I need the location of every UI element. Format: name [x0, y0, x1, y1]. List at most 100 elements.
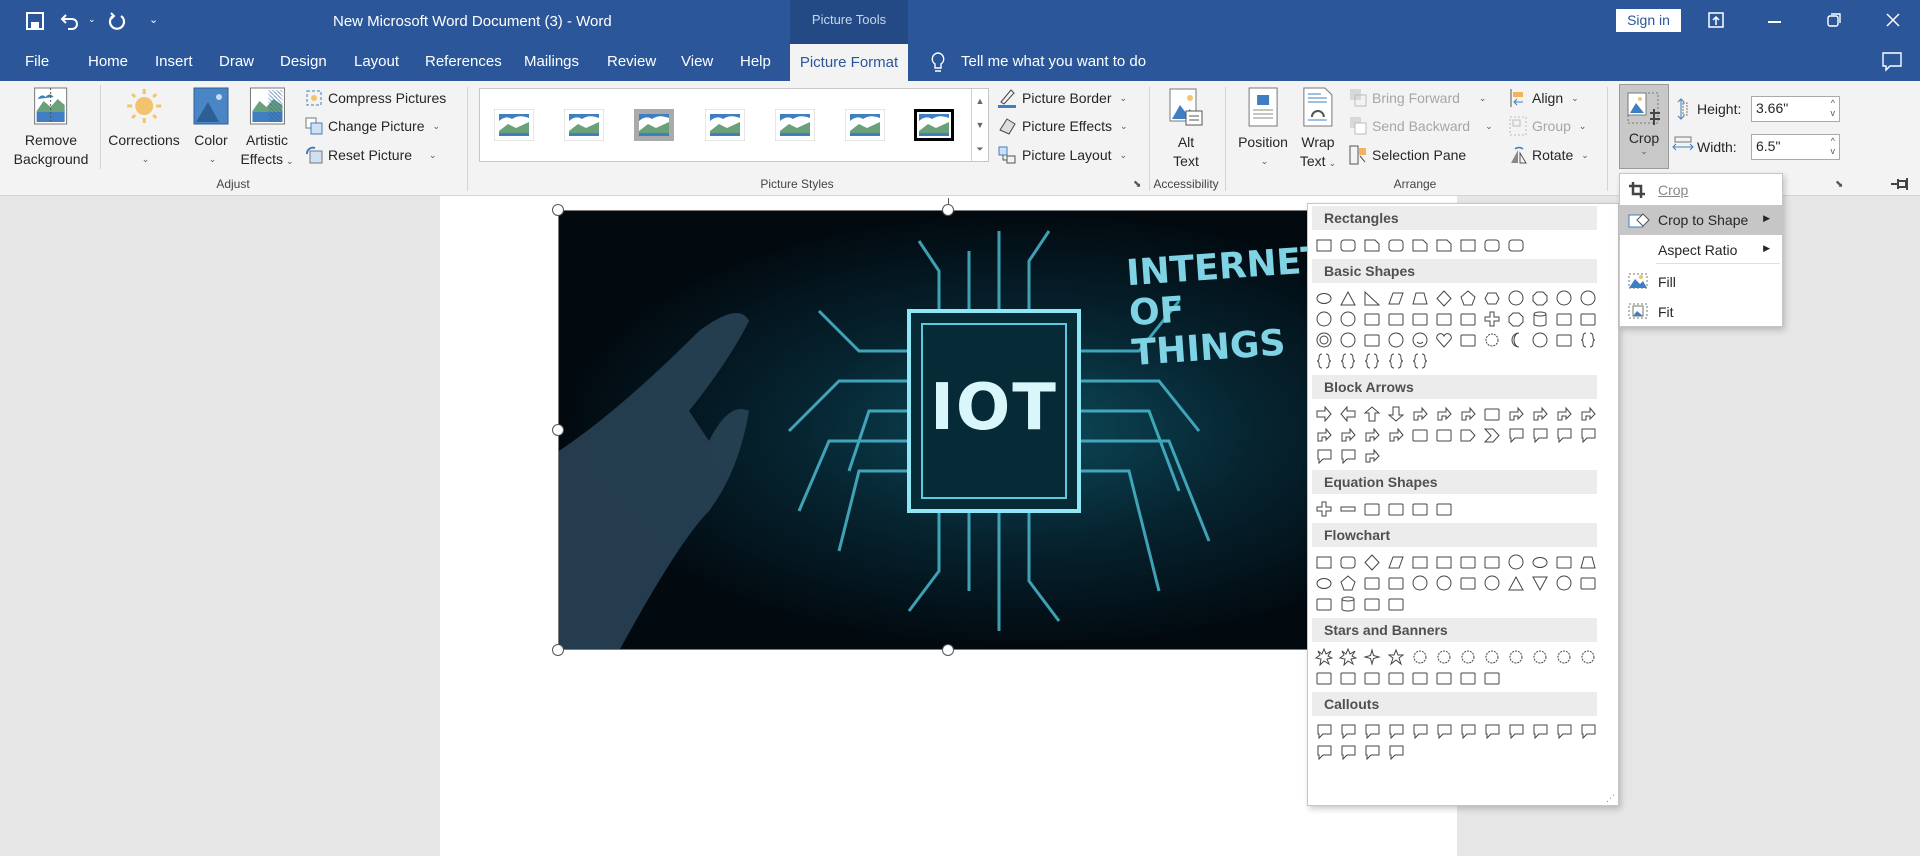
menu-item-crop[interactable]: Crop [1620, 175, 1782, 205]
shape-chevron[interactable] [1480, 424, 1504, 445]
shape-sort[interactable] [1480, 572, 1504, 593]
shape-lrarrow[interactable] [1408, 403, 1432, 424]
shape-heptagon[interactable] [1504, 287, 1528, 308]
shape-rect[interactable] [1432, 551, 1456, 572]
restore-button[interactable] [1827, 13, 1841, 27]
shape-display[interactable] [1384, 593, 1408, 614]
reset-picture-button[interactable]: Reset Picture ⌄ [305, 144, 437, 166]
shape-octagon[interactable] [1504, 308, 1528, 329]
shape-diamond[interactable] [1432, 287, 1456, 308]
shape-dodecagon[interactable] [1576, 287, 1600, 308]
sign-in-button[interactable]: Sign in [1616, 9, 1681, 32]
picture-style-5[interactable] [774, 108, 816, 142]
minimize-button[interactable] [1768, 21, 1781, 23]
menu-item-fill[interactable]: Fill [1620, 267, 1782, 297]
tab-references[interactable]: References [425, 53, 502, 70]
corrections-button[interactable]: Corrections ⌄ [108, 87, 180, 169]
compress-pictures-button[interactable]: Compress Pictures [305, 87, 446, 109]
shape-lbracket[interactable] [1336, 350, 1360, 371]
shape-ellipse[interactable] [1312, 287, 1336, 308]
shape-lrupArrow[interactable] [1480, 403, 1504, 424]
shape-rightcallout[interactable] [1504, 424, 1528, 445]
shape-downcallout[interactable] [1528, 424, 1552, 445]
shape-linecallout[interactable] [1336, 741, 1360, 762]
shape-udarrow[interactable] [1432, 403, 1456, 424]
shape-triangle[interactable] [1336, 287, 1360, 308]
shape-notequal[interactable] [1432, 498, 1456, 519]
shape-cloudcallout[interactable] [1384, 720, 1408, 741]
shape-arc[interactable] [1360, 329, 1384, 350]
shape-curvedright[interactable] [1312, 424, 1336, 445]
shape-larrow[interactable] [1336, 403, 1360, 424]
pin-ribbon-icon[interactable] [1890, 177, 1910, 191]
shape-roundcallout[interactable] [1336, 720, 1360, 741]
shape-explosion[interactable] [1336, 646, 1360, 667]
shape-minus[interactable] [1336, 498, 1360, 519]
shape-manualinput[interactable] [1552, 551, 1576, 572]
tab-file[interactable]: File [25, 53, 49, 70]
tab-review[interactable]: Review [607, 53, 656, 70]
tab-picture-format[interactable]: Picture Format [790, 44, 908, 81]
shape-tape[interactable] [1384, 572, 1408, 593]
shape-rtriangle[interactable] [1360, 287, 1384, 308]
shape-pentagon[interactable] [1336, 572, 1360, 593]
menu-item-crop-to-shape[interactable]: Crop to Shape ▶ [1620, 205, 1782, 235]
shape-card[interactable] [1360, 572, 1384, 593]
shape-triangle[interactable] [1504, 572, 1528, 593]
shape-linecallout[interactable] [1312, 741, 1336, 762]
shape-star8[interactable] [1456, 646, 1480, 667]
shape-pie[interactable] [1312, 308, 1336, 329]
shape-rect[interactable] [1312, 234, 1336, 255]
shape-linecallout[interactable] [1408, 720, 1432, 741]
shape-pentagon[interactable] [1456, 287, 1480, 308]
shape-round[interactable] [1480, 234, 1504, 255]
shape-bentup[interactable] [1576, 403, 1600, 424]
shape-trapezoid[interactable] [1576, 551, 1600, 572]
shape-bracepair[interactable] [1312, 350, 1336, 371]
redo-icon[interactable] [107, 11, 127, 31]
shape-star6[interactable] [1408, 646, 1432, 667]
shape-directaccess[interactable] [1360, 593, 1384, 614]
shape-linecallout[interactable] [1384, 741, 1408, 762]
shape-star12[interactable] [1504, 646, 1528, 667]
shape-multiply[interactable] [1360, 498, 1384, 519]
shape-ribbon[interactable] [1336, 667, 1360, 688]
shape-notchedright[interactable] [1432, 424, 1456, 445]
shape-upcallout[interactable] [1576, 424, 1600, 445]
shape-bracketpair[interactable] [1576, 329, 1600, 350]
shape-moon[interactable] [1504, 329, 1528, 350]
height-increment[interactable]: ^ [1831, 98, 1835, 108]
menu-item-fit[interactable]: Fit [1620, 297, 1782, 327]
shape-linecallout[interactable] [1504, 720, 1528, 741]
shape-snip[interactable] [1408, 234, 1432, 255]
shape-delay[interactable] [1576, 572, 1600, 593]
shape-uarrow[interactable] [1360, 403, 1384, 424]
shape-ribbon[interactable] [1384, 667, 1408, 688]
shape-decagon[interactable] [1552, 287, 1576, 308]
tell-me-search[interactable]: Tell me what you want to do [961, 53, 1146, 70]
shape-frame[interactable] [1384, 308, 1408, 329]
width-decrement[interactable]: v [1831, 146, 1836, 156]
shape-teardrop[interactable] [1360, 308, 1384, 329]
shape-star4[interactable] [1360, 646, 1384, 667]
shape-star16[interactable] [1528, 646, 1552, 667]
resize-handle-left[interactable] [552, 424, 564, 436]
picture-style-3[interactable] [634, 109, 674, 141]
tab-home[interactable]: Home [88, 53, 128, 70]
shape-storeddata[interactable] [1552, 572, 1576, 593]
artistic-effects-button[interactable]: Artistic Effects ⌄ [240, 87, 294, 171]
shape-quadcallout[interactable] [1336, 445, 1360, 466]
shape-ellipse[interactable] [1312, 572, 1336, 593]
shape-can[interactable] [1528, 308, 1552, 329]
shape-trapezoid[interactable] [1408, 287, 1432, 308]
shape-equal[interactable] [1408, 498, 1432, 519]
shape-round[interactable] [1336, 234, 1360, 255]
shape-quadarrow[interactable] [1456, 403, 1480, 424]
shape-linecallout[interactable] [1576, 720, 1600, 741]
shape-leftup[interactable] [1552, 403, 1576, 424]
selection-pane-button[interactable]: Selection Pane [1349, 144, 1466, 166]
shape-linecallout[interactable] [1528, 720, 1552, 741]
undo-dropdown-icon[interactable]: ⌄ [88, 14, 96, 25]
menu-item-aspect-ratio[interactable]: Aspect Ratio ▶ [1620, 235, 1782, 265]
comments-icon[interactable] [1882, 52, 1902, 72]
